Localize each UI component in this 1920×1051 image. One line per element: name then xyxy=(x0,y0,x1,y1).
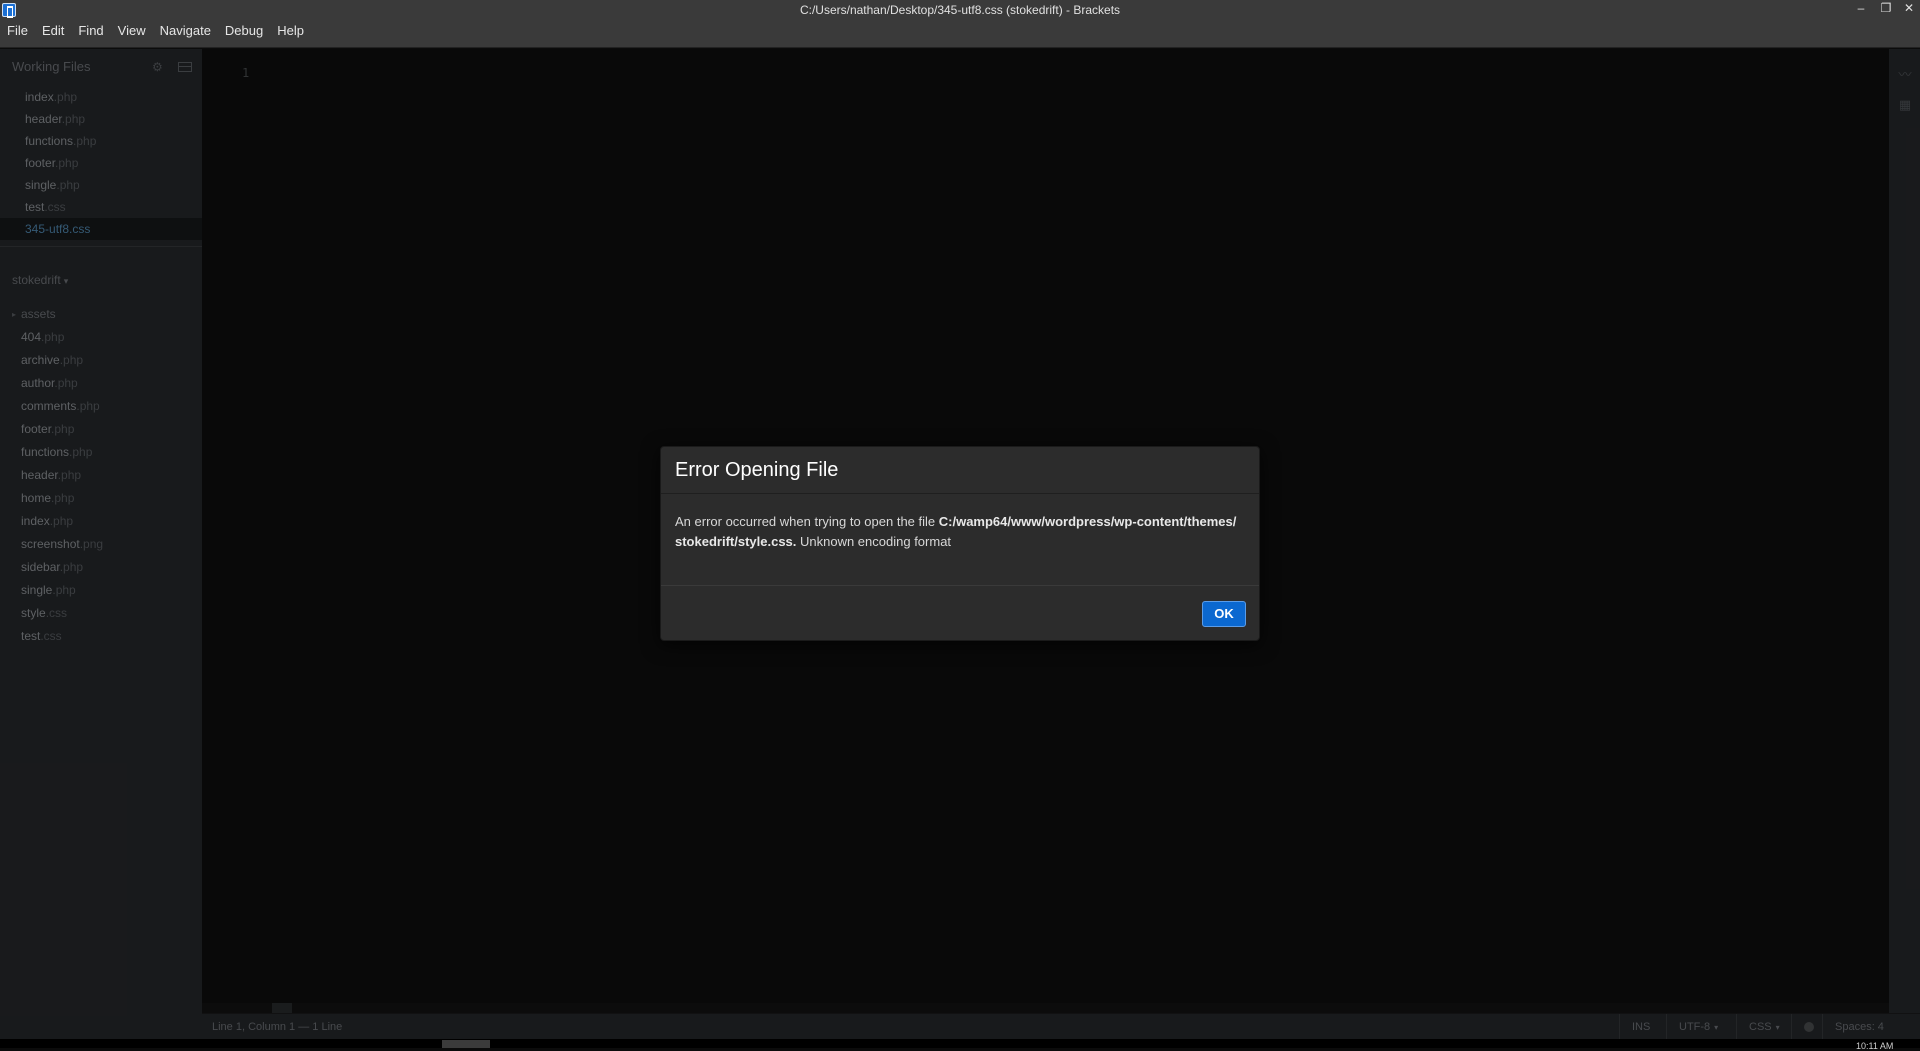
dialog-title: Error Opening File xyxy=(675,459,839,481)
menu-file[interactable]: File xyxy=(0,20,35,48)
menu-bar: File Edit Find View Navigate Debug Help xyxy=(0,20,1920,48)
menu-debug[interactable]: Debug xyxy=(218,20,270,48)
dialog-divider xyxy=(661,493,1259,494)
ok-button[interactable]: OK xyxy=(1202,601,1246,627)
taskbar-clock: 10:11 AM xyxy=(1856,1041,1894,1051)
message-prefix: An error occurred when trying to open th… xyxy=(675,514,939,529)
file-path: stokedrift/style.css. xyxy=(675,534,797,549)
menu-edit[interactable]: Edit xyxy=(35,20,71,48)
menu-view[interactable]: View xyxy=(111,20,153,48)
error-dialog: Error Opening File An error occurred whe… xyxy=(660,446,1260,641)
dialog-message: An error occurred when trying to open th… xyxy=(675,512,1250,552)
menu-navigate[interactable]: Navigate xyxy=(153,20,218,48)
close-button[interactable]: ✕ xyxy=(1898,0,1920,20)
window-title: C:/Users/nathan/Desktop/345-utf8.css (st… xyxy=(799,3,1121,17)
file-path: C:/wamp64/www/wordpress/wp-content/theme… xyxy=(938,514,1237,529)
os-taskbar xyxy=(0,1039,1920,1048)
title-bar: C:/Users/nathan/Desktop/345-utf8.css (st… xyxy=(0,0,1920,20)
maximize-button[interactable]: ❐ xyxy=(1875,0,1897,20)
message-suffix: Unknown encoding format xyxy=(796,534,952,549)
taskbar-app-item[interactable] xyxy=(442,1040,490,1048)
menu-help[interactable]: Help xyxy=(270,20,311,48)
menu-find[interactable]: Find xyxy=(71,20,110,48)
minimize-button[interactable]: – xyxy=(1850,0,1872,20)
dialog-footer-divider xyxy=(661,585,1259,586)
